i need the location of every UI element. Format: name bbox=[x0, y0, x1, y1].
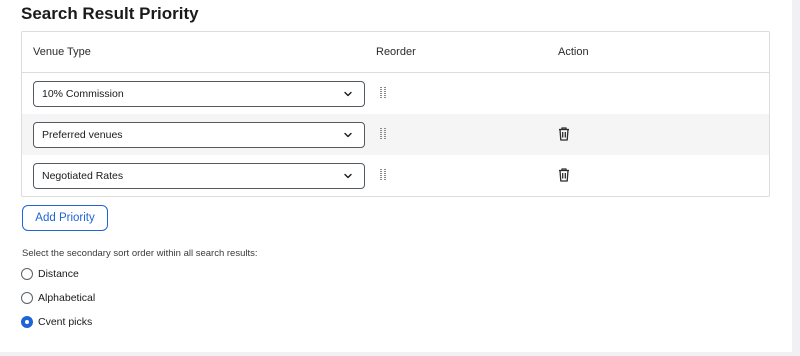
table-row: 10% Commission bbox=[22, 73, 769, 114]
chevron-down-icon bbox=[344, 132, 352, 138]
chevron-down-icon bbox=[344, 173, 352, 179]
venue-type-select-value: Negotiated Rates bbox=[42, 170, 124, 182]
venue-type-select[interactable]: Negotiated Rates bbox=[33, 163, 365, 189]
radio-label: Alphabetical bbox=[38, 292, 96, 304]
table-header: Venue Type Reorder Action bbox=[22, 32, 769, 73]
add-priority-button[interactable]: Add Priority bbox=[22, 205, 108, 231]
column-header-action: Action bbox=[558, 46, 589, 58]
radio-label: Distance bbox=[38, 268, 79, 280]
drag-handle-icon[interactable] bbox=[379, 127, 387, 141]
page-title: Search Result Priority bbox=[21, 4, 199, 23]
trash-icon[interactable] bbox=[557, 126, 571, 142]
drag-handle-icon[interactable] bbox=[379, 86, 387, 100]
radio-button-selected[interactable] bbox=[21, 316, 33, 328]
venue-type-select-value: Preferred venues bbox=[42, 129, 123, 141]
table-row: Preferred venues bbox=[22, 114, 769, 155]
priority-table: Venue Type Reorder Action 10% Commission bbox=[21, 31, 770, 197]
chevron-down-icon bbox=[344, 91, 352, 97]
column-header-venue-type: Venue Type bbox=[33, 46, 91, 58]
venue-type-select[interactable]: Preferred venues bbox=[33, 122, 365, 148]
drag-handle-icon[interactable] bbox=[379, 168, 387, 182]
trash-icon[interactable] bbox=[557, 167, 571, 183]
venue-type-select[interactable]: 10% Commission bbox=[33, 81, 365, 107]
radio-button[interactable] bbox=[21, 292, 33, 304]
radio-button[interactable] bbox=[21, 268, 33, 280]
search-result-priority-panel: Search Result Priority Venue Type Reorde… bbox=[0, 0, 792, 352]
radio-label: Cvent picks bbox=[38, 316, 93, 328]
venue-type-select-value: 10% Commission bbox=[42, 88, 124, 100]
table-row: Negotiated Rates bbox=[22, 155, 769, 196]
column-header-reorder: Reorder bbox=[376, 46, 416, 58]
secondary-sort-label: Select the secondary sort order within a… bbox=[22, 248, 258, 259]
